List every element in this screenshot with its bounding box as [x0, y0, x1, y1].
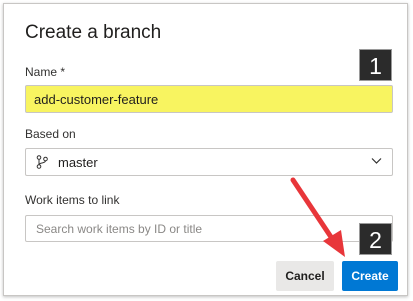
cancel-button[interactable]: Cancel — [276, 261, 334, 291]
step-1-badge: 1 — [359, 49, 392, 81]
name-label: Name * — [25, 65, 66, 79]
based-on-value: master — [58, 155, 98, 170]
create-button[interactable]: Create — [342, 261, 398, 291]
dialog-title: Create a branch — [25, 22, 162, 43]
work-items-label: Work items to link — [25, 193, 120, 207]
red-arrow-annotation — [290, 177, 345, 257]
name-field-container — [25, 85, 393, 113]
git-branch-icon — [36, 155, 48, 169]
branch-name-input[interactable] — [26, 86, 374, 112]
based-on-label: Based on — [25, 127, 76, 141]
based-on-dropdown[interactable]: master — [25, 148, 393, 176]
step-2-badge: 2 — [359, 223, 392, 255]
chevron-down-icon — [371, 158, 382, 164]
